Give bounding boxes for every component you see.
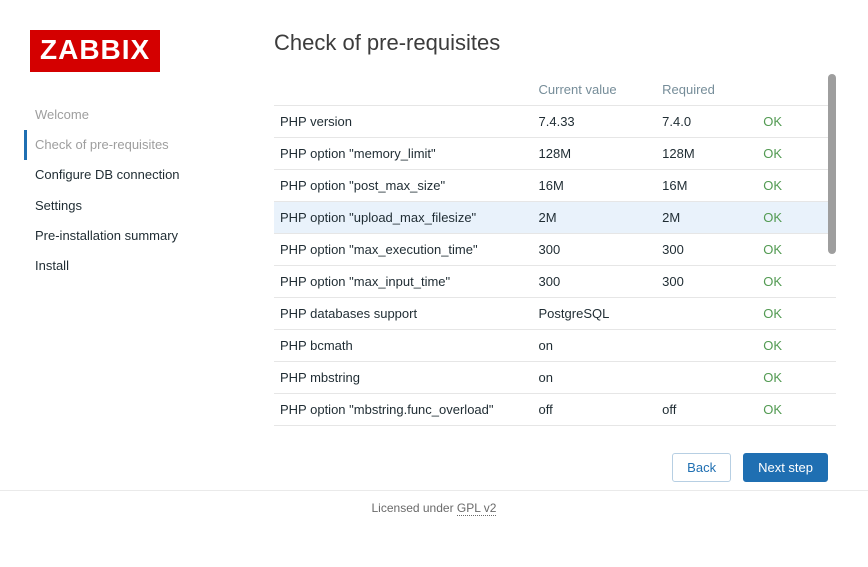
table-header-row: Current value Required [274, 74, 836, 106]
sidebar-item-1[interactable]: Check of pre-requisites [24, 130, 244, 160]
scrollbar-thumb[interactable] [828, 74, 836, 254]
cell-current: 300 [533, 266, 657, 298]
header-status [757, 74, 836, 106]
table-row: PHP option "upload_max_filesize"2M2MOK [274, 202, 836, 234]
sidebar-item-5[interactable]: Install [24, 251, 244, 281]
cell-status: OK [757, 202, 836, 234]
cell-name: PHP databases support [274, 298, 533, 330]
cell-status: OK [757, 394, 836, 426]
cell-required: 128M [656, 138, 757, 170]
cell-current: PostgreSQL [533, 298, 657, 330]
prereq-table: Current value Required PHP version7.4.33… [274, 74, 836, 426]
cell-current: 7.4.33 [533, 106, 657, 138]
cell-required: 2M [656, 202, 757, 234]
cell-name: PHP bcmath [274, 330, 533, 362]
table-row: PHP bcmathon OK [274, 330, 836, 362]
cell-status: OK [757, 266, 836, 298]
wizard-container: ZABBIX WelcomeCheck of pre-requisitesCon… [24, 20, 844, 490]
cell-status: OK [757, 106, 836, 138]
sidebar-item-2[interactable]: Configure DB connection [24, 160, 244, 190]
cell-name: PHP option "max_input_time" [274, 266, 533, 298]
cell-current: on [533, 362, 657, 394]
cell-name: PHP option "mbstring.func_overload" [274, 394, 533, 426]
page-title: Check of pre-requisites [274, 30, 836, 56]
cell-required: 7.4.0 [656, 106, 757, 138]
table-row: PHP option "post_max_size"16M16MOK [274, 170, 836, 202]
sidebar-item-3[interactable]: Settings [24, 191, 244, 221]
cell-status: OK [757, 298, 836, 330]
cell-required [656, 298, 757, 330]
table-row: PHP version7.4.337.4.0OK [274, 106, 836, 138]
table-row: PHP databases supportPostgreSQL OK [274, 298, 836, 330]
cell-current: 2M [533, 202, 657, 234]
header-current: Current value [533, 74, 657, 106]
footer-text: Licensed under [372, 501, 457, 515]
button-row: Back Next step [274, 437, 836, 490]
cell-required [656, 362, 757, 394]
cell-required: 300 [656, 234, 757, 266]
sidebar-item-4[interactable]: Pre-installation summary [24, 221, 244, 251]
cell-current: off [533, 394, 657, 426]
header-name [274, 74, 533, 106]
cell-required: 300 [656, 266, 757, 298]
prereq-table-wrap: Current value Required PHP version7.4.33… [274, 74, 836, 437]
cell-required [656, 330, 757, 362]
nav-list: WelcomeCheck of pre-requisitesConfigure … [24, 100, 244, 281]
cell-name: PHP option "max_execution_time" [274, 234, 533, 266]
zabbix-logo: ZABBIX [30, 30, 160, 72]
sidebar-item-0[interactable]: Welcome [24, 100, 244, 130]
cell-status: OK [757, 234, 836, 266]
cell-current: on [533, 330, 657, 362]
sidebar: ZABBIX WelcomeCheck of pre-requisitesCon… [24, 20, 244, 490]
cell-required: off [656, 394, 757, 426]
cell-status: OK [757, 138, 836, 170]
cell-name: PHP option "memory_limit" [274, 138, 533, 170]
cell-status: OK [757, 170, 836, 202]
table-row: PHP option "max_input_time"300300OK [274, 266, 836, 298]
cell-name: PHP option "post_max_size" [274, 170, 533, 202]
table-row: PHP mbstringon OK [274, 362, 836, 394]
gpl-link[interactable]: GPL v2 [457, 501, 497, 516]
next-step-button[interactable]: Next step [743, 453, 828, 482]
cell-current: 16M [533, 170, 657, 202]
cell-required: 16M [656, 170, 757, 202]
cell-name: PHP version [274, 106, 533, 138]
back-button[interactable]: Back [672, 453, 731, 482]
main-panel: Check of pre-requisites Current value Re… [244, 20, 844, 490]
cell-current: 128M [533, 138, 657, 170]
header-required: Required [656, 74, 757, 106]
table-row: PHP option "max_execution_time"300300OK [274, 234, 836, 266]
cell-name: PHP mbstring [274, 362, 533, 394]
cell-current: 300 [533, 234, 657, 266]
cell-status: OK [757, 330, 836, 362]
prereq-tbody: PHP version7.4.337.4.0OKPHP option "memo… [274, 106, 836, 426]
footer: Licensed under GPL v2 [0, 490, 868, 525]
table-row: PHP option "memory_limit"128M128MOK [274, 138, 836, 170]
cell-status: OK [757, 362, 836, 394]
cell-name: PHP option "upload_max_filesize" [274, 202, 533, 234]
table-row: PHP option "mbstring.func_overload"offof… [274, 394, 836, 426]
